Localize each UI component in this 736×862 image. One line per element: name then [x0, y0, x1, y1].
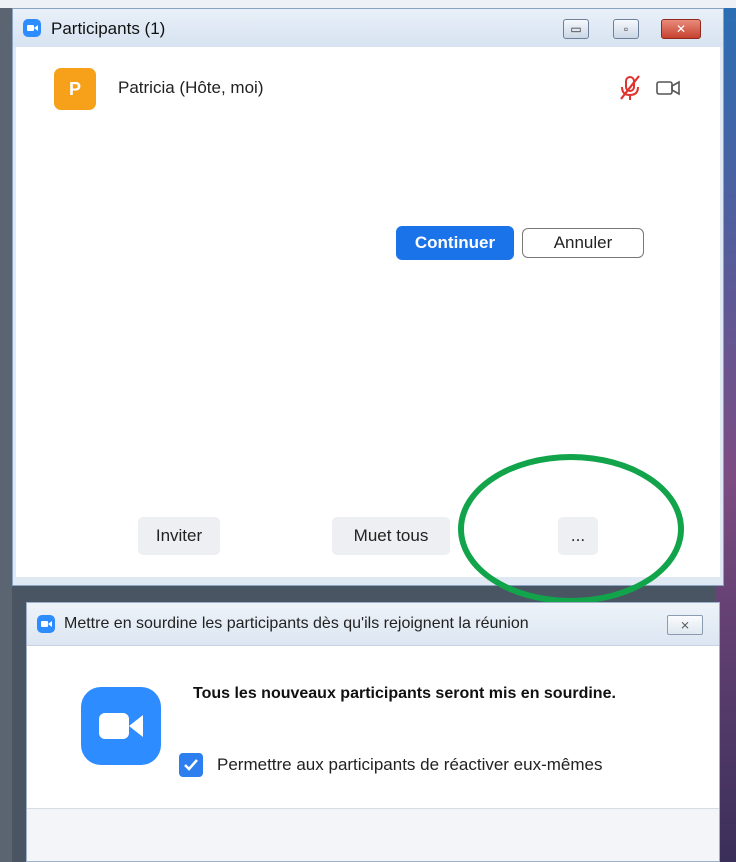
- dialog-footer: [27, 808, 719, 861]
- mute-all-button[interactable]: Muet tous: [332, 517, 450, 555]
- zoom-app-icon: [23, 19, 41, 37]
- dialog-close-button[interactable]: ⨯: [667, 615, 703, 635]
- participants-window: Participants (1) ▭ ▫ ✕ P Patricia (Hôte,…: [12, 8, 724, 586]
- allow-unmute-checkbox[interactable]: [179, 753, 203, 777]
- avatar: P: [54, 68, 96, 110]
- zoom-logo-icon: [81, 687, 161, 765]
- dialog-title: Mettre en sourdine les participants dès …: [64, 615, 529, 632]
- participants-titlebar[interactable]: Participants (1) ▭ ▫ ✕: [13, 9, 723, 47]
- invite-button[interactable]: Inviter: [138, 517, 220, 555]
- desktop-top-strip: [0, 0, 736, 8]
- dialog-message: Tous les nouveaux participants seront mi…: [193, 685, 616, 702]
- zoom-app-icon: [37, 615, 55, 633]
- minimize-button[interactable]: ▭: [563, 19, 589, 39]
- participants-list: P Patricia (Hôte, moi) Inviter Muet tous…: [16, 47, 720, 577]
- allow-unmute-label[interactable]: Permettre aux participants de réactiver …: [217, 755, 697, 775]
- checkmark-icon: [184, 759, 198, 771]
- window-title: Participants (1): [51, 19, 166, 38]
- continue-button[interactable]: Continuer: [396, 226, 514, 260]
- participant-name: Patricia (Hôte, moi): [118, 78, 264, 97]
- desktop-background: [0, 0, 12, 862]
- more-options-button[interactable]: ...: [558, 517, 598, 555]
- close-button[interactable]: ✕: [661, 19, 701, 39]
- muted-mic-icon[interactable]: [618, 75, 642, 101]
- cancel-button[interactable]: Annuler: [522, 228, 644, 258]
- maximize-button[interactable]: ▫: [613, 19, 639, 39]
- video-camera-icon[interactable]: [656, 80, 680, 96]
- dialog-titlebar[interactable]: Mettre en sourdine les participants dès …: [27, 603, 719, 646]
- mute-on-entry-dialog: Mettre en sourdine les participants dès …: [26, 602, 720, 862]
